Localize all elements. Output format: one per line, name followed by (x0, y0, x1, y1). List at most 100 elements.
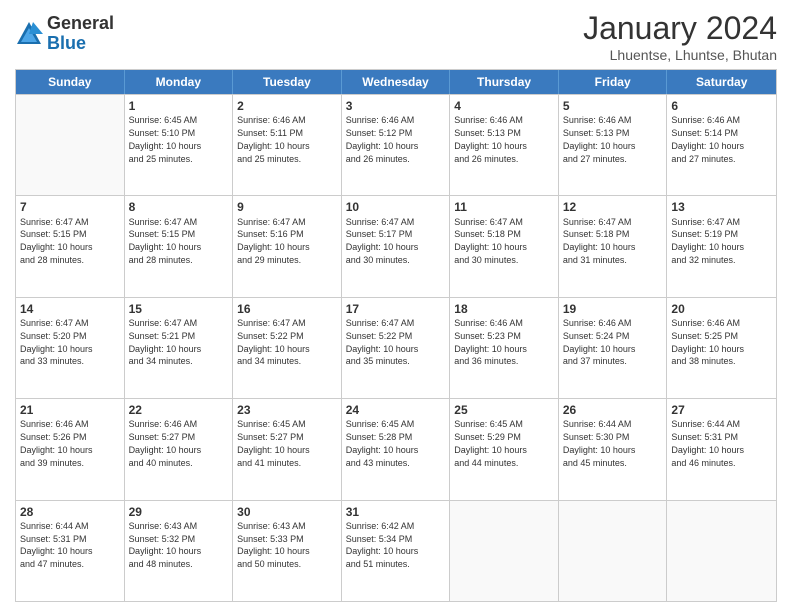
calendar-day-7: 7Sunrise: 6:47 AM Sunset: 5:15 PM Daylig… (16, 196, 125, 296)
logo-icon (15, 20, 43, 48)
day-info: Sunrise: 6:42 AM Sunset: 5:34 PM Dayligh… (346, 521, 419, 569)
day-number: 1 (129, 98, 229, 114)
calendar-empty-cell (667, 501, 776, 601)
calendar-row-2: 7Sunrise: 6:47 AM Sunset: 5:15 PM Daylig… (16, 195, 776, 296)
day-info: Sunrise: 6:44 AM Sunset: 5:30 PM Dayligh… (563, 419, 636, 467)
day-info: Sunrise: 6:47 AM Sunset: 5:22 PM Dayligh… (237, 318, 310, 366)
day-number: 5 (563, 98, 663, 114)
header-day-thursday: Thursday (450, 70, 559, 94)
calendar-day-21: 21Sunrise: 6:46 AM Sunset: 5:26 PM Dayli… (16, 399, 125, 499)
header-day-tuesday: Tuesday (233, 70, 342, 94)
calendar-day-13: 13Sunrise: 6:47 AM Sunset: 5:19 PM Dayli… (667, 196, 776, 296)
day-number: 26 (563, 402, 663, 418)
calendar-day-12: 12Sunrise: 6:47 AM Sunset: 5:18 PM Dayli… (559, 196, 668, 296)
calendar-day-30: 30Sunrise: 6:43 AM Sunset: 5:33 PM Dayli… (233, 501, 342, 601)
day-number: 17 (346, 301, 446, 317)
day-number: 12 (563, 199, 663, 215)
day-number: 8 (129, 199, 229, 215)
calendar-day-14: 14Sunrise: 6:47 AM Sunset: 5:20 PM Dayli… (16, 298, 125, 398)
calendar-empty-cell (16, 95, 125, 195)
location-subtitle: Lhuentse, Lhuntse, Bhutan (583, 47, 777, 63)
day-info: Sunrise: 6:47 AM Sunset: 5:21 PM Dayligh… (129, 318, 202, 366)
day-number: 30 (237, 504, 337, 520)
calendar-day-19: 19Sunrise: 6:46 AM Sunset: 5:24 PM Dayli… (559, 298, 668, 398)
calendar-body: 1Sunrise: 6:45 AM Sunset: 5:10 PM Daylig… (16, 94, 776, 601)
calendar-day-5: 5Sunrise: 6:46 AM Sunset: 5:13 PM Daylig… (559, 95, 668, 195)
calendar-day-25: 25Sunrise: 6:45 AM Sunset: 5:29 PM Dayli… (450, 399, 559, 499)
day-info: Sunrise: 6:45 AM Sunset: 5:27 PM Dayligh… (237, 419, 310, 467)
calendar-day-10: 10 Sunrise: 6:47 AM Sunset: 5:17 PM Dayli… (342, 196, 451, 296)
day-number: 25 (454, 402, 554, 418)
calendar-day-3: 3Sunrise: 6:46 AM Sunset: 5:12 PM Daylig… (342, 95, 451, 195)
header-day-friday: Friday (559, 70, 668, 94)
day-number: 23 (237, 402, 337, 418)
header-day-monday: Monday (125, 70, 234, 94)
calendar-row-1: 1Sunrise: 6:45 AM Sunset: 5:10 PM Daylig… (16, 94, 776, 195)
day-number: 2 (237, 98, 337, 114)
day-info: Sunrise: 6:43 AM Sunset: 5:32 PM Dayligh… (129, 521, 202, 569)
calendar-day-29: 29Sunrise: 6:43 AM Sunset: 5:32 PM Dayli… (125, 501, 234, 601)
day-info: Sunrise: 6:47 AM Sunset: 5:22 PM Dayligh… (346, 318, 419, 366)
day-info: Sunrise: 6:46 AM Sunset: 5:27 PM Dayligh… (129, 419, 202, 467)
day-number: 29 (129, 504, 229, 520)
day-info: Sunrise: 6:46 AM Sunset: 5:12 PM Dayligh… (346, 115, 419, 163)
header-day-wednesday: Wednesday (342, 70, 451, 94)
calendar-day-16: 16Sunrise: 6:47 AM Sunset: 5:22 PM Dayli… (233, 298, 342, 398)
calendar-day-22: 22Sunrise: 6:46 AM Sunset: 5:27 PM Dayli… (125, 399, 234, 499)
calendar-day-11: 11 Sunrise: 6:47 AM Sunset: 5:18 PM Dayli… (450, 196, 559, 296)
calendar-empty-cell (450, 501, 559, 601)
calendar-day-15: 15Sunrise: 6:47 AM Sunset: 5:21 PM Dayli… (125, 298, 234, 398)
calendar-day-18: 18Sunrise: 6:46 AM Sunset: 5:23 PM Dayli… (450, 298, 559, 398)
day-number: 21 (20, 402, 120, 418)
logo-blue-label: Blue (47, 34, 114, 54)
calendar-day-17: 17Sunrise: 6:47 AM Sunset: 5:22 PM Dayli… (342, 298, 451, 398)
header-day-sunday: Sunday (16, 70, 125, 94)
calendar-row-5: 28Sunrise: 6:44 AM Sunset: 5:31 PM Dayli… (16, 500, 776, 601)
calendar-day-8: 8Sunrise: 6:47 AM Sunset: 5:15 PM Daylig… (125, 196, 234, 296)
calendar-day-23: 23Sunrise: 6:45 AM Sunset: 5:27 PM Dayli… (233, 399, 342, 499)
day-number: 7 (20, 199, 120, 215)
day-number: 31 (346, 504, 446, 520)
calendar-row-3: 14Sunrise: 6:47 AM Sunset: 5:20 PM Dayli… (16, 297, 776, 398)
day-info: Sunrise: 6:45 AM Sunset: 5:10 PM Dayligh… (129, 115, 202, 163)
page: General Blue January 2024 Lhuentse, Lhun… (0, 0, 792, 612)
calendar-row-4: 21Sunrise: 6:46 AM Sunset: 5:26 PM Dayli… (16, 398, 776, 499)
calendar-day-26: 26Sunrise: 6:44 AM Sunset: 5:30 PM Dayli… (559, 399, 668, 499)
day-info: Sunrise: 6:44 AM Sunset: 5:31 PM Dayligh… (671, 419, 744, 467)
day-number: 28 (20, 504, 120, 520)
calendar-day-24: 24Sunrise: 6:45 AM Sunset: 5:28 PM Dayli… (342, 399, 451, 499)
day-info: Sunrise: 6:46 AM Sunset: 5:26 PM Dayligh… (20, 419, 93, 467)
day-number: 13 (671, 199, 772, 215)
calendar-day-20: 20Sunrise: 6:46 AM Sunset: 5:25 PM Dayli… (667, 298, 776, 398)
day-info: Sunrise: 6:46 AM Sunset: 5:25 PM Dayligh… (671, 318, 744, 366)
calendar-day-6: 6Sunrise: 6:46 AM Sunset: 5:14 PM Daylig… (667, 95, 776, 195)
day-info: Sunrise: 6:47 AM Sunset: 5:16 PM Dayligh… (237, 217, 310, 265)
day-info: Sunrise: 6:47 AM Sunset: 5:17 PM Dayligh… (346, 217, 419, 265)
calendar-header: SundayMondayTuesdayWednesdayThursdayFrid… (16, 70, 776, 94)
day-number: 20 (671, 301, 772, 317)
day-number: 10 (346, 199, 446, 215)
day-number: 27 (671, 402, 772, 418)
day-number: 11 (454, 199, 554, 215)
calendar-day-1: 1Sunrise: 6:45 AM Sunset: 5:10 PM Daylig… (125, 95, 234, 195)
day-number: 4 (454, 98, 554, 114)
header: General Blue January 2024 Lhuentse, Lhun… (15, 10, 777, 63)
calendar-day-27: 27Sunrise: 6:44 AM Sunset: 5:31 PM Dayli… (667, 399, 776, 499)
logo-text: General Blue (47, 14, 114, 54)
day-number: 3 (346, 98, 446, 114)
day-number: 9 (237, 199, 337, 215)
day-info: Sunrise: 6:44 AM Sunset: 5:31 PM Dayligh… (20, 521, 93, 569)
day-info: Sunrise: 6:47 AM Sunset: 5:18 PM Dayligh… (454, 217, 527, 265)
day-number: 16 (237, 301, 337, 317)
day-number: 19 (563, 301, 663, 317)
calendar-day-28: 28Sunrise: 6:44 AM Sunset: 5:31 PM Dayli… (16, 501, 125, 601)
day-info: Sunrise: 6:46 AM Sunset: 5:23 PM Dayligh… (454, 318, 527, 366)
month-title: January 2024 (583, 10, 777, 47)
day-info: Sunrise: 6:47 AM Sunset: 5:20 PM Dayligh… (20, 318, 93, 366)
calendar-empty-cell (559, 501, 668, 601)
day-info: Sunrise: 6:45 AM Sunset: 5:29 PM Dayligh… (454, 419, 527, 467)
calendar: SundayMondayTuesdayWednesdayThursdayFrid… (15, 69, 777, 602)
day-info: Sunrise: 6:45 AM Sunset: 5:28 PM Dayligh… (346, 419, 419, 467)
day-info: Sunrise: 6:46 AM Sunset: 5:14 PM Dayligh… (671, 115, 744, 163)
logo: General Blue (15, 14, 114, 54)
